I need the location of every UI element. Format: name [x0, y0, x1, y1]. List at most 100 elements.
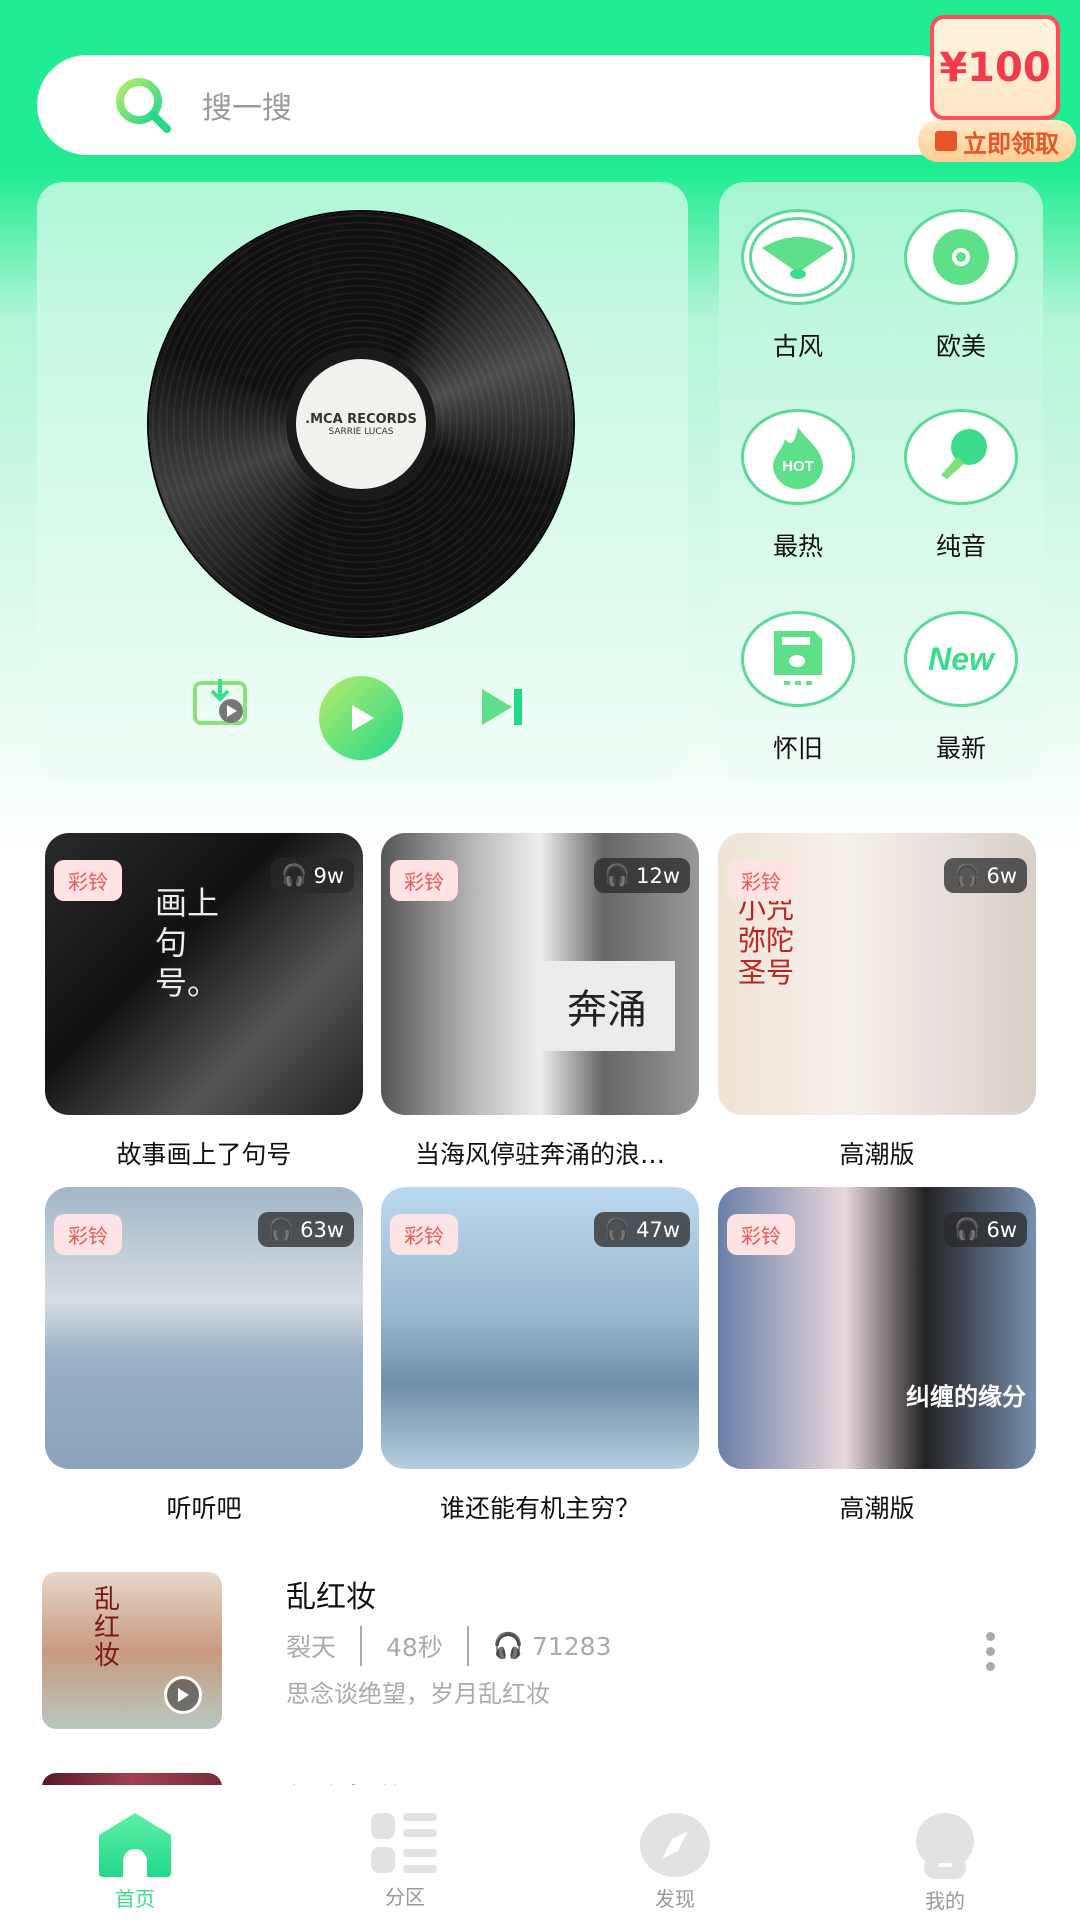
- tile-cover: 小咒弥陀圣号 彩铃 🎧 6w: [718, 833, 1036, 1115]
- play-count-value: 12w: [636, 863, 680, 888]
- download-icon: [193, 679, 247, 725]
- divider: [360, 1626, 363, 1666]
- headphones-icon: 🎧: [954, 863, 981, 887]
- nav-label: 分区: [385, 1885, 425, 1909]
- song-play-count: 71283: [531, 1631, 612, 1661]
- headphones-icon: 🎧: [954, 1217, 981, 1241]
- nav-profile[interactable]: 我的: [810, 1785, 1080, 1920]
- play-button[interactable]: [319, 676, 403, 760]
- ringtone-tile[interactable]: 画上句号。 彩铃 🎧 9w 故事画上了句号: [45, 833, 363, 1171]
- nav-label: 首页: [115, 1887, 155, 1911]
- category-label: 最热: [772, 532, 823, 561]
- microphone-icon: [941, 429, 987, 479]
- tile-cover: 纠缠的缘分 彩铃 🎧 6w: [718, 1187, 1036, 1469]
- search-bar[interactable]: 搜一搜: [37, 55, 967, 155]
- home-icon: [99, 1813, 171, 1877]
- play-count: 🎧 6w: [944, 1212, 1027, 1247]
- play-count: 🎧 63w: [257, 1212, 354, 1247]
- ringtone-tile[interactable]: 彩铃 🎧 63w 听听吧: [45, 1187, 363, 1525]
- tile-cover: 画上句号。 彩铃 🎧 9w: [45, 833, 363, 1115]
- headphones-icon: 🎧: [603, 1217, 631, 1241]
- headphones-icon: 🎧: [281, 863, 308, 887]
- cover-text: 画上句号。: [155, 884, 220, 1002]
- category-zuire[interactable]: HOT 最热: [733, 409, 863, 563]
- category-zuixin[interactable]: New 最新: [896, 611, 1026, 765]
- tile-title: 高潮版: [839, 1140, 915, 1169]
- play-icon: [352, 705, 374, 731]
- bottom-nav: 首页 分区 发现 我的: [0, 1785, 1080, 1920]
- play-count-value: 63w: [300, 1217, 344, 1242]
- tile-title: 故事画上了句号: [116, 1140, 292, 1169]
- search-placeholder: 搜一搜: [202, 91, 292, 126]
- new-icon: New: [928, 640, 994, 677]
- category-label: 欧美: [935, 332, 986, 361]
- player-card: .MCA RECORDS SARRIE LUCAS: [37, 182, 688, 781]
- ringtone-badge: 彩铃: [390, 860, 458, 901]
- tile-title: 谁还能有机主穷？: [439, 1494, 640, 1523]
- more-options-icon[interactable]: [986, 1632, 998, 1671]
- cd-icon: [933, 229, 989, 285]
- record-artist-text: SARRIE LUCAS: [328, 426, 394, 437]
- category-huaijiu[interactable]: 怀旧: [733, 611, 863, 765]
- category-oumei[interactable]: 欧美: [896, 209, 1026, 363]
- next-button[interactable]: [477, 682, 527, 732]
- cover-text: 奔涌: [539, 961, 675, 1051]
- svg-text:HOT: HOT: [782, 458, 814, 475]
- video-icon: [935, 131, 957, 151]
- ringtone-tile[interactable]: 彩铃 🎧 47w 谁还能有机主穷？: [381, 1187, 699, 1525]
- song-duration: 48秒: [386, 1633, 443, 1662]
- promo-claim-button[interactable]: 立即领取: [918, 120, 1076, 162]
- cover-text: 乱红妆: [94, 1585, 121, 1671]
- play-count: 🎧 6w: [944, 858, 1027, 893]
- category-chunyin[interactable]: 纯音: [896, 409, 1026, 563]
- promo-red-packet[interactable]: ¥100 立即领取: [912, 12, 1077, 162]
- nav-discover[interactable]: 发现: [540, 1785, 810, 1920]
- song-description: 思念谈绝望，岁月乱红妆: [286, 1680, 550, 1708]
- song-title: 乱红妆: [286, 1580, 376, 1615]
- category-list-icon: [371, 1813, 437, 1873]
- song-meta: 裂天 48秒 🎧 71283: [286, 1626, 612, 1666]
- download-button[interactable]: [192, 672, 252, 732]
- ringtone-tile[interactable]: 小咒弥陀圣号 彩铃 🎧 6w 高潮版: [718, 833, 1036, 1171]
- play-count: 🎧 9w: [271, 858, 354, 893]
- promo-amount: ¥100: [930, 15, 1060, 120]
- tile-cover: 彩铃 🎧 47w: [381, 1187, 699, 1469]
- ringtone-badge: 彩铃: [54, 1214, 122, 1255]
- ringtone-badge: 彩铃: [390, 1214, 458, 1255]
- promo-cta-label: 立即领取: [963, 129, 1059, 158]
- search-icon: [112, 74, 174, 136]
- category-gufeng[interactable]: 古风: [733, 209, 863, 363]
- headphones-icon: 🎧: [267, 1217, 295, 1241]
- cover-text: 小咒弥陀圣号: [738, 892, 795, 989]
- ringtone-badge: 彩铃: [727, 860, 795, 901]
- category-label: 古风: [772, 332, 823, 361]
- ringtone-badge: 彩铃: [727, 1214, 795, 1255]
- nav-label: 发现: [655, 1887, 695, 1911]
- floppy-disk-icon: [774, 631, 822, 685]
- song-list-item[interactable]: 乱红妆 乱红妆 裂天 48秒 🎧 71283 思念谈绝望，岁月乱红妆: [42, 1572, 1042, 1732]
- nav-home[interactable]: 首页: [0, 1785, 270, 1920]
- tile-title: 听听吧: [166, 1494, 242, 1523]
- vinyl-record[interactable]: .MCA RECORDS SARRIE LUCAS: [149, 212, 573, 636]
- tile-cover: 彩铃 🎧 63w: [45, 1187, 363, 1469]
- nav-category[interactable]: 分区: [270, 1785, 540, 1920]
- record-label-text: .MCA RECORDS: [305, 411, 417, 427]
- category-card: 古风 欧美 HOT 最热 纯音 怀旧 New 最新: [719, 182, 1043, 781]
- divider: [466, 1626, 469, 1666]
- ringtone-tile[interactable]: 纠缠的缘分 彩铃 🎧 6w 高潮版: [718, 1187, 1036, 1525]
- profile-icon: [916, 1813, 974, 1879]
- play-circle-icon: [164, 1676, 202, 1714]
- fan-icon: [762, 237, 834, 279]
- play-count: 🎧 47w: [593, 1212, 690, 1247]
- ringtone-tile[interactable]: 奔涌 彩铃 🎧 12w 当海风停驻奔涌的浪…: [381, 833, 699, 1171]
- cover-text: 纠缠的缘分: [906, 1383, 1026, 1411]
- next-icon: [482, 689, 522, 725]
- song-cover[interactable]: 乱红妆: [42, 1572, 222, 1729]
- play-count-value: 6w: [986, 863, 1017, 888]
- compass-icon: [640, 1813, 710, 1877]
- hot-flame-icon: HOT: [773, 427, 823, 489]
- play-count-value: 6w: [986, 1217, 1017, 1242]
- category-label: 纯音: [935, 532, 986, 561]
- headphones-icon: 🎧: [492, 1631, 524, 1660]
- category-label: 最新: [935, 734, 986, 763]
